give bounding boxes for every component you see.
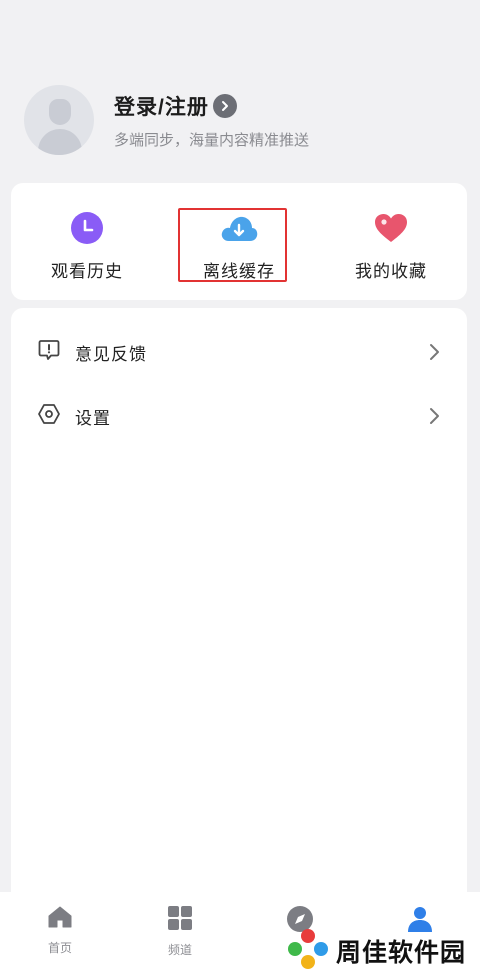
- watch-history-label: 观看历史: [51, 262, 123, 281]
- offline-cache-label: 离线缓存: [203, 262, 275, 281]
- tab-home[interactable]: 首页: [0, 892, 120, 978]
- watermark: 周佳软件园: [286, 928, 466, 974]
- profile-text: 登录/注册 多端同步，海量内容精准推送: [114, 91, 309, 150]
- clock-icon: [70, 211, 104, 245]
- login-register-link[interactable]: 登录/注册: [114, 91, 309, 121]
- menu-item-settings[interactable]: 设置: [11, 394, 467, 438]
- offline-cache-button[interactable]: 离线缓存: [163, 183, 315, 300]
- menu-item-feedback[interactable]: 意见反馈: [11, 330, 467, 374]
- chevron-right-icon: [427, 342, 441, 367]
- watch-history-button[interactable]: 观看历史: [11, 183, 163, 300]
- avatar[interactable]: [24, 85, 94, 155]
- heart-icon: [373, 211, 409, 245]
- profile-header[interactable]: 登录/注册 多端同步，海量内容精准推送: [24, 84, 309, 156]
- feedback-icon: [37, 338, 61, 367]
- watermark-logo-icon: [286, 927, 330, 976]
- tab-label: 首页: [47, 941, 72, 955]
- home-icon: [47, 905, 73, 934]
- menu-item-label: 设置: [75, 408, 111, 428]
- cloud-download-icon: [219, 211, 259, 245]
- login-subtitle: 多端同步，海量内容精准推送: [114, 131, 310, 149]
- tab-label: 频道: [167, 943, 192, 957]
- chevron-right-icon[interactable]: [212, 93, 237, 118]
- settings-list-card: 意见反馈 设置: [11, 308, 467, 908]
- tab-channels[interactable]: 频道: [120, 892, 240, 978]
- quick-actions-card: 观看历史 离线缓存 我的收藏: [11, 183, 467, 300]
- my-favorites-label: 我的收藏: [355, 262, 427, 281]
- grid-icon: [167, 905, 193, 936]
- menu-item-label: 意见反馈: [75, 344, 147, 364]
- login-title[interactable]: 登录/注册: [114, 91, 209, 121]
- settings-icon: [37, 402, 61, 431]
- chevron-right-icon: [427, 406, 441, 431]
- my-favorites-button[interactable]: 我的收藏: [315, 183, 467, 300]
- watermark-text: 周佳软件园: [336, 939, 467, 967]
